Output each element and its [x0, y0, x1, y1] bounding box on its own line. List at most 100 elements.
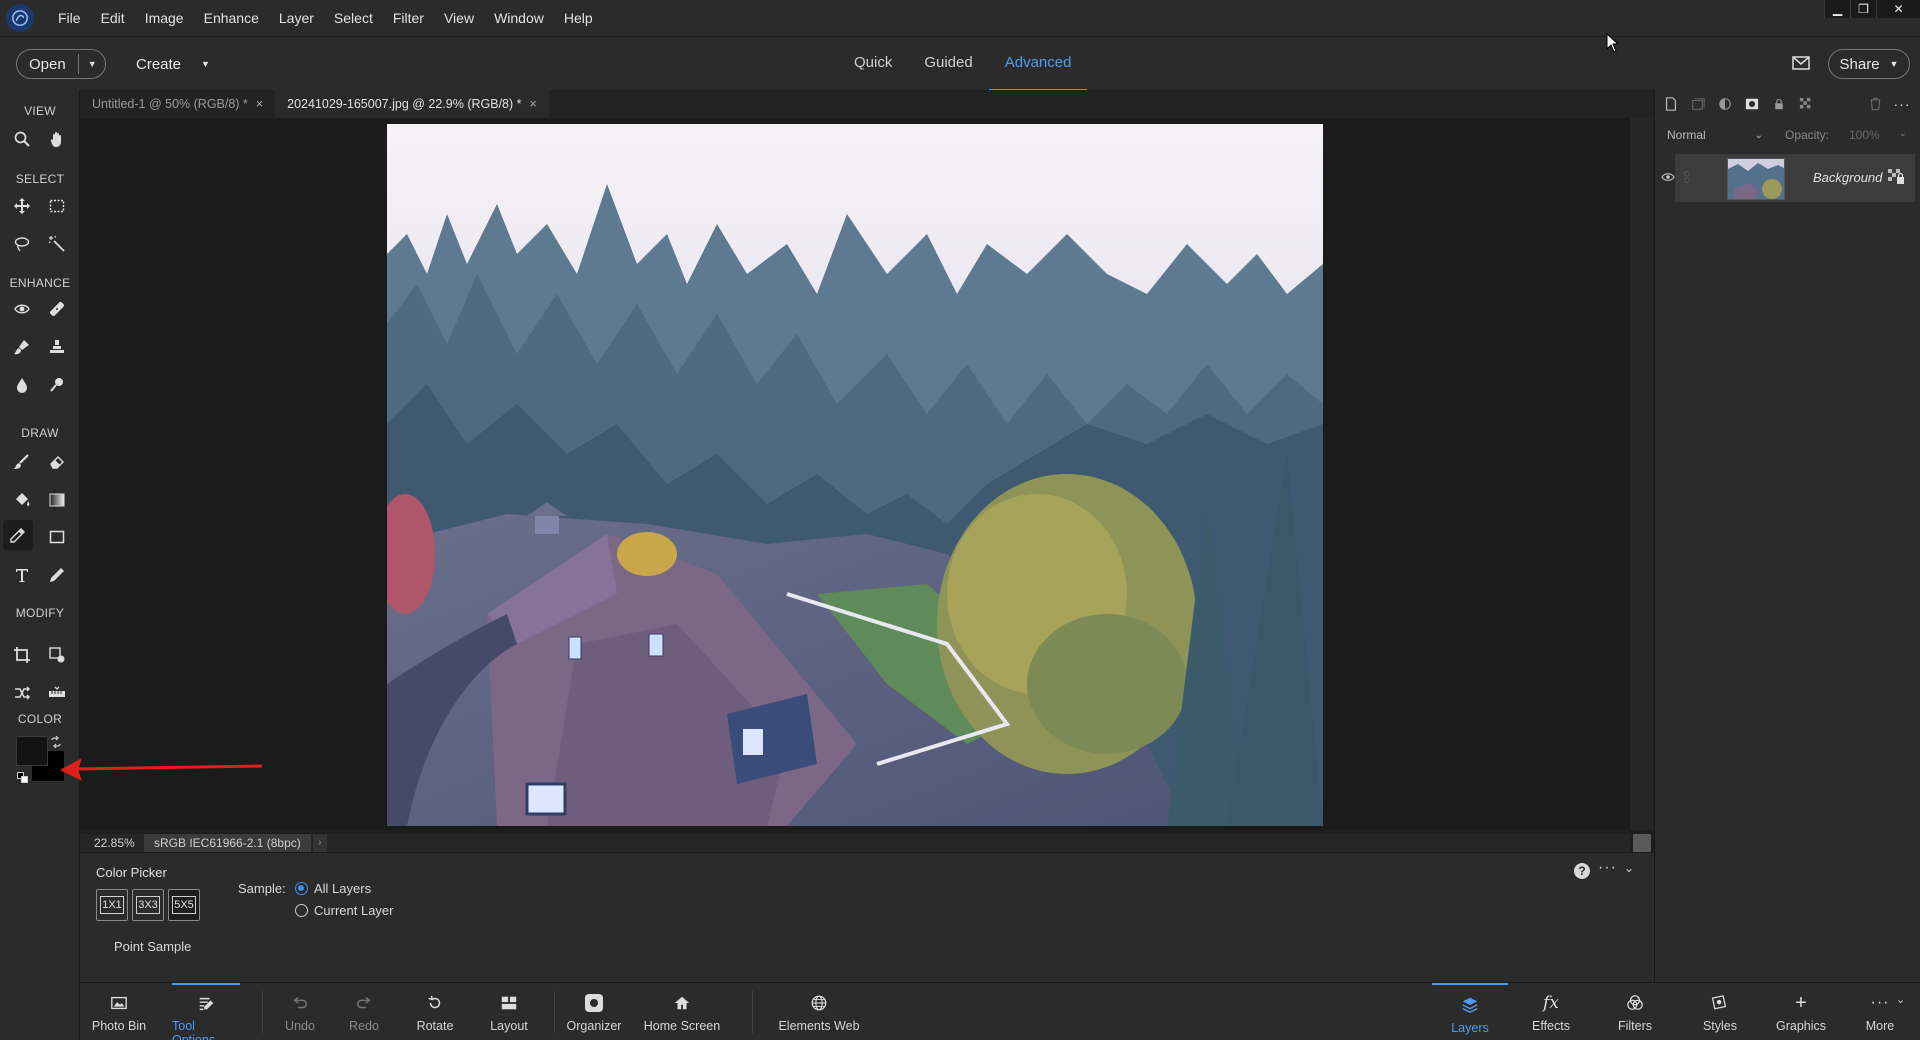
create-button[interactable]: Create ▼	[136, 49, 210, 79]
adjustment-layer-icon[interactable]	[1715, 94, 1735, 114]
menu-image[interactable]: Image	[135, 0, 194, 36]
sample-size-5x5[interactable]: 5X5	[168, 889, 200, 921]
tab-guided[interactable]: Guided	[908, 37, 988, 91]
graphics-button[interactable]: + Graphics	[1766, 983, 1836, 1040]
new-layer-icon[interactable]	[1661, 94, 1681, 114]
open-button[interactable]: Open ▼	[16, 49, 106, 79]
tab-quick[interactable]: Quick	[838, 37, 908, 91]
filters-label: Filters	[1617, 1019, 1653, 1033]
chevron-down-icon[interactable]: ▼	[79, 59, 105, 69]
organizer-button[interactable]: Organizer	[564, 983, 624, 1040]
swap-colors-icon[interactable]	[50, 735, 62, 749]
brush-icon[interactable]	[7, 447, 37, 477]
chevron-down-icon[interactable]: ⌄	[1899, 128, 1907, 139]
elements-web-button[interactable]: Elements Web	[774, 983, 864, 1040]
chevron-right-icon[interactable]: ›	[312, 834, 327, 852]
content-aware-move-icon[interactable]	[7, 678, 37, 708]
menu-select[interactable]: Select	[324, 0, 383, 36]
mail-icon[interactable]	[1790, 52, 1812, 74]
menu-view[interactable]: View	[434, 0, 484, 36]
lasso-icon[interactable]	[7, 229, 37, 259]
eyedropper-icon[interactable]	[3, 520, 33, 550]
restore-icon[interactable]: ❐	[1850, 0, 1876, 18]
panel-menu-icon[interactable]: ···	[1892, 94, 1912, 114]
blend-mode-dropdown[interactable]: Normal ⌄	[1661, 124, 1769, 146]
opacity-input[interactable]: 100%	[1849, 128, 1880, 142]
hand-icon[interactable]	[42, 124, 72, 154]
chevron-down-icon[interactable]: ⌄	[1896, 993, 1905, 1006]
trash-icon[interactable]	[1865, 94, 1885, 114]
radio-current-layer[interactable]: Current Layer	[295, 903, 393, 918]
sponge-icon[interactable]	[42, 370, 72, 400]
sample-size-3x3[interactable]: 3X3	[132, 889, 164, 921]
red-eye-icon[interactable]	[7, 294, 37, 324]
layout-button[interactable]: Layout	[484, 983, 534, 1040]
foreground-color-swatch[interactable]	[16, 736, 48, 766]
clone-stamp-icon[interactable]	[42, 332, 72, 362]
default-colors-icon[interactable]	[17, 771, 28, 783]
home-screen-button[interactable]: Home Screen	[642, 983, 722, 1040]
rectangle-shape-icon[interactable]	[42, 522, 72, 552]
radio-all-layers[interactable]: All Layers	[295, 881, 371, 896]
healing-brush-icon[interactable]	[42, 294, 72, 324]
undo-button[interactable]: Undo	[278, 983, 322, 1040]
layer-name[interactable]: Background	[1813, 170, 1882, 185]
share-button[interactable]: Share ▼	[1828, 49, 1910, 79]
layers-button[interactable]: Layers	[1432, 983, 1508, 1040]
document-image[interactable]	[387, 124, 1323, 826]
type-icon[interactable]	[7, 560, 37, 590]
layer-mask-icon[interactable]	[1742, 94, 1762, 114]
zoom-level[interactable]: 22.85%	[80, 836, 144, 850]
move-icon[interactable]	[7, 191, 37, 221]
section-color: COLOR	[17, 712, 63, 726]
chevron-down-icon[interactable]: ⌄	[1624, 861, 1634, 875]
close-icon[interactable]: ×	[256, 90, 263, 118]
pencil-icon[interactable]	[42, 560, 72, 590]
eraser-icon[interactable]	[42, 447, 72, 477]
radio-button[interactable]	[295, 904, 308, 917]
link-icon[interactable]	[1683, 170, 1693, 186]
tab-advanced[interactable]: Advanced	[988, 37, 1088, 91]
menu-filter[interactable]: Filter	[383, 0, 434, 36]
lock-transparency-icon[interactable]	[1796, 94, 1816, 114]
photo-bin-button[interactable]: Photo Bin	[88, 983, 150, 1040]
visibility-eye-icon[interactable]	[1661, 170, 1677, 186]
close-icon[interactable]: ✕	[1876, 0, 1920, 18]
styles-button[interactable]: Styles	[1690, 983, 1750, 1040]
close-icon[interactable]: ×	[530, 90, 537, 118]
paint-bucket-icon[interactable]	[7, 485, 37, 515]
crop-icon[interactable]	[7, 640, 37, 670]
rotate-button[interactable]: Rotate	[410, 983, 460, 1040]
tab-photo-document[interactable]: 20241029-165007.jpg @ 22.9% (RGB/8) * ×	[275, 90, 549, 118]
effects-button[interactable]: fx Effects	[1518, 983, 1584, 1040]
gradient-icon[interactable]	[42, 485, 72, 515]
more-options-icon[interactable]: ···	[1598, 859, 1617, 877]
marquee-icon[interactable]	[42, 191, 72, 221]
tab-untitled-1[interactable]: Untitled-1 @ 50% (RGB/8) * ×	[80, 90, 275, 118]
zoom-icon[interactable]	[7, 124, 37, 154]
magic-wand-icon[interactable]	[42, 229, 72, 259]
straighten-icon[interactable]	[42, 678, 72, 708]
filters-button[interactable]: Filters	[1602, 983, 1668, 1040]
vertical-scrollbar[interactable]	[1630, 118, 1654, 830]
radio-button-selected[interactable]	[295, 882, 308, 895]
help-icon[interactable]: ?	[1574, 863, 1590, 879]
sample-size-1x1[interactable]: 1X1	[96, 889, 128, 921]
more-button[interactable]: ··· More	[1850, 983, 1910, 1040]
new-group-icon[interactable]	[1688, 94, 1708, 114]
menu-window[interactable]: Window	[484, 0, 554, 36]
lock-icon[interactable]	[1769, 94, 1789, 114]
menu-edit[interactable]: Edit	[91, 0, 135, 36]
redo-button[interactable]: Redo	[342, 983, 386, 1040]
tool-options-button[interactable]: Tool Options	[172, 983, 240, 1040]
blur-icon[interactable]	[7, 370, 37, 400]
menu-layer[interactable]: Layer	[269, 0, 324, 36]
menu-enhance[interactable]: Enhance	[194, 0, 269, 36]
menu-help[interactable]: Help	[554, 0, 603, 36]
menu-file[interactable]: File	[48, 0, 91, 36]
app-logo-icon[interactable]	[6, 4, 34, 32]
minimize-icon[interactable]: ▁	[1824, 0, 1850, 18]
smart-brush-icon[interactable]	[7, 332, 37, 362]
recompose-icon[interactable]	[42, 640, 72, 670]
canvas-area[interactable]	[80, 118, 1630, 830]
